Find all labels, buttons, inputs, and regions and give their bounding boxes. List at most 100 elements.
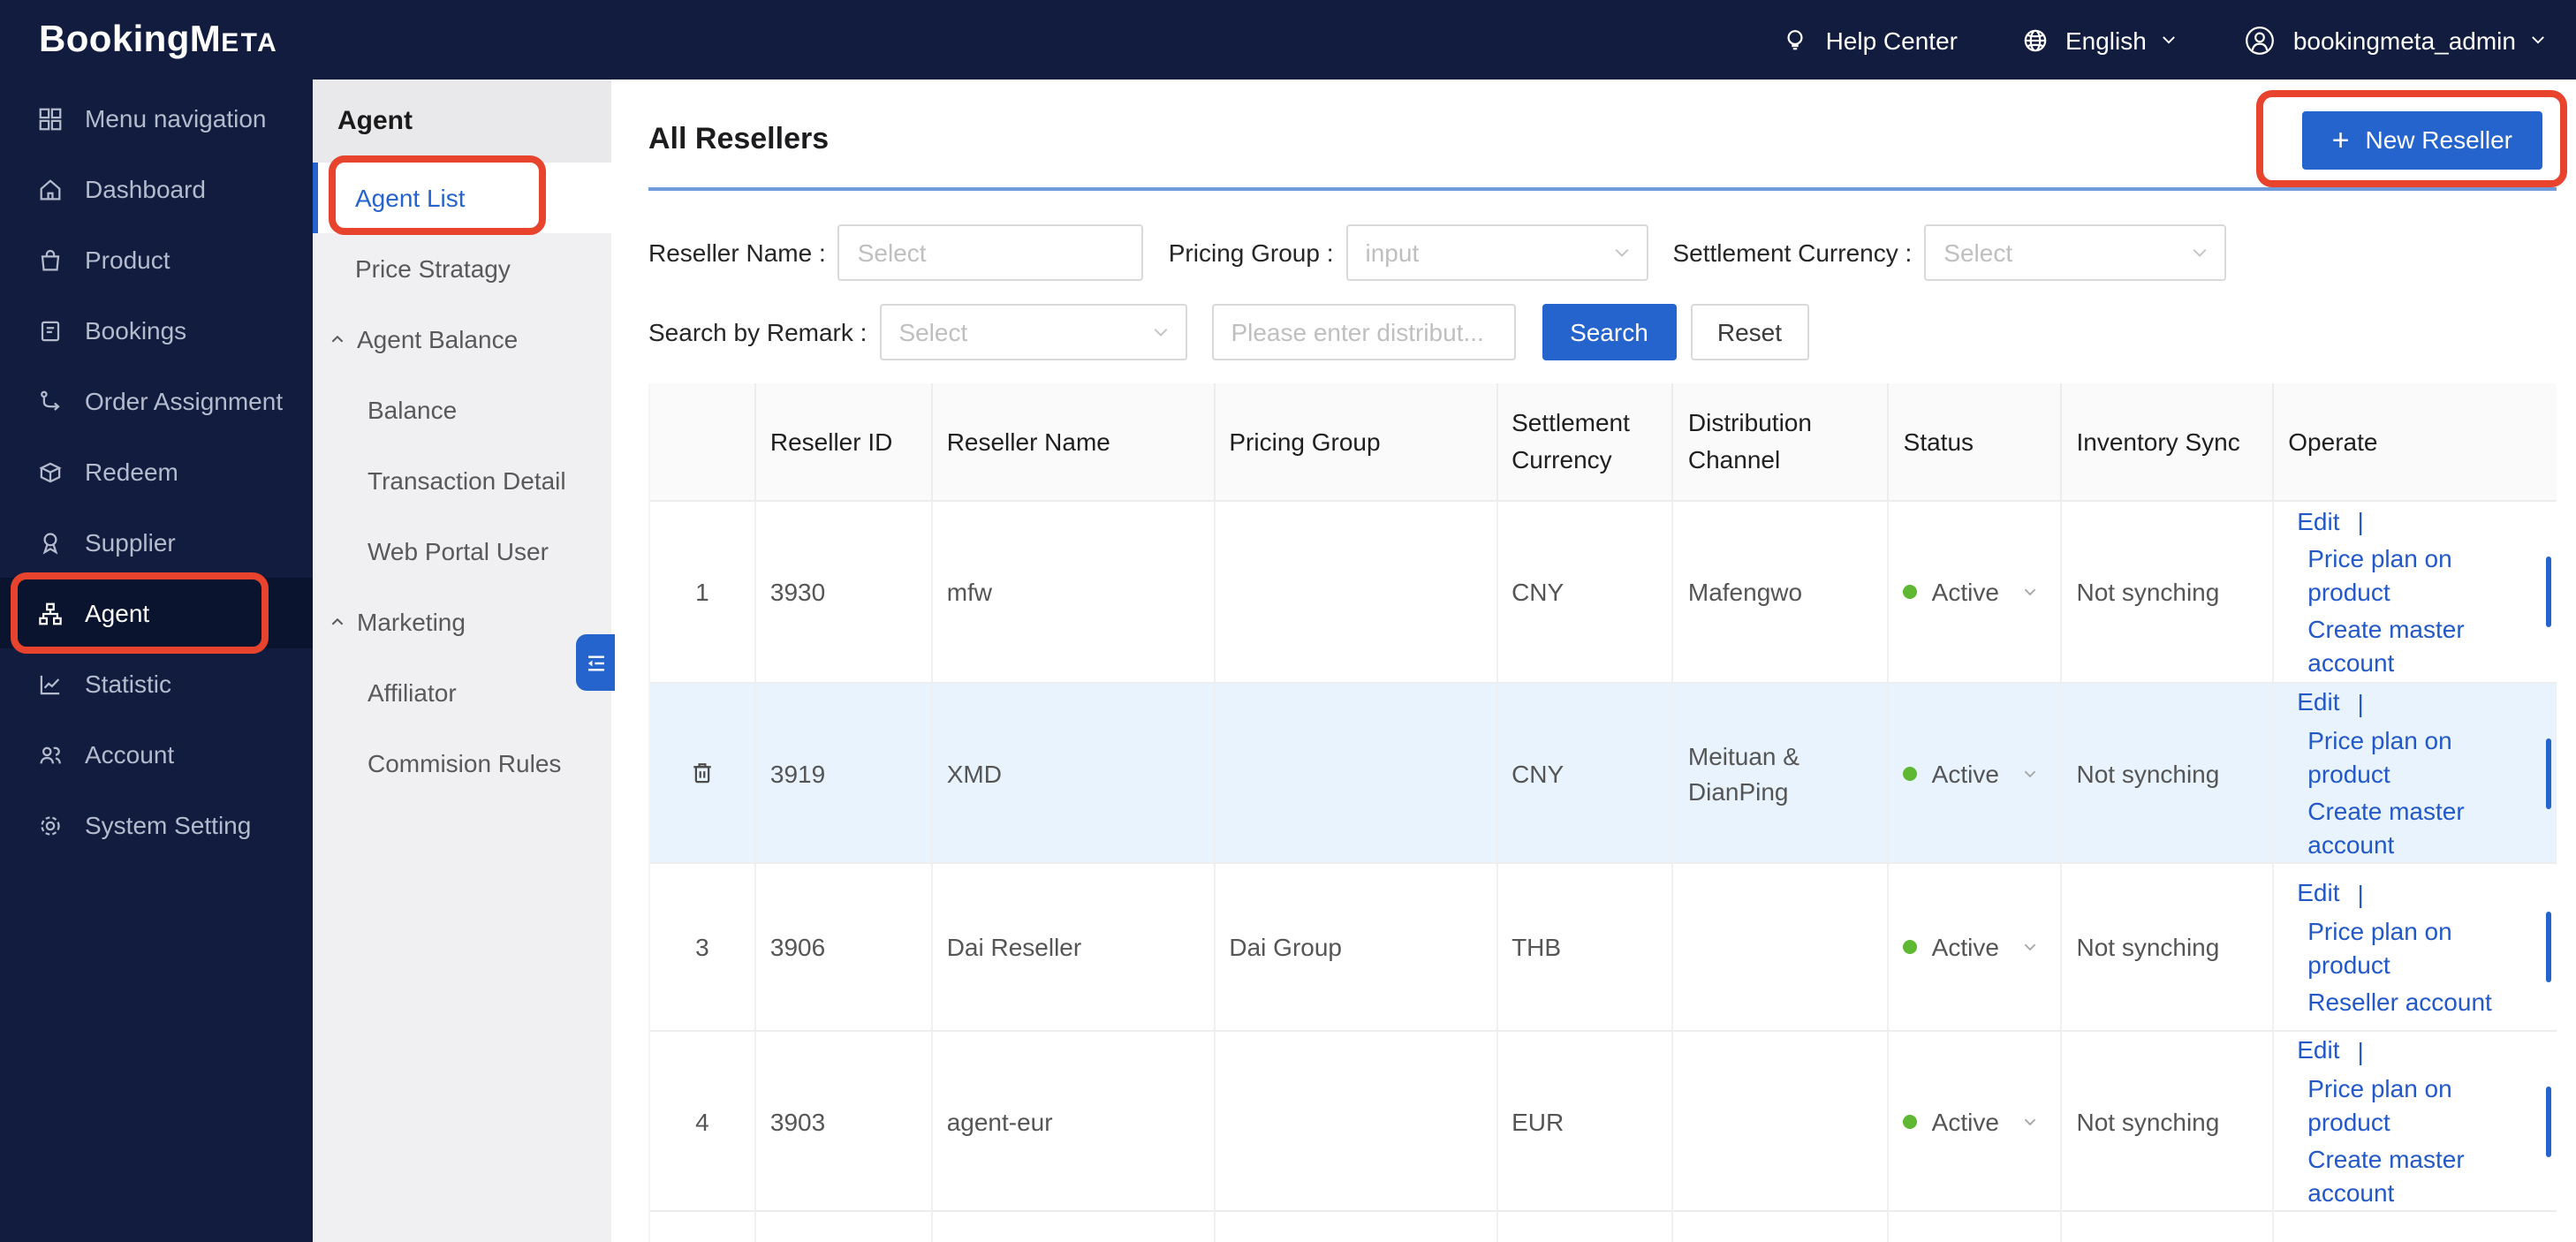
row-index-cell: 3 — [650, 864, 756, 1030]
submenu-title: Agent — [313, 80, 611, 163]
edit-link[interactable]: Edit — [2297, 1034, 2339, 1067]
scrollbar-thumb[interactable] — [2545, 912, 2551, 982]
sidebar-item-bookings[interactable]: Bookings — [0, 295, 313, 366]
sidebar-item-label: System Setting — [85, 811, 252, 839]
sidebar-item-system-setting[interactable]: System Setting — [0, 790, 313, 860]
create-master-account-link[interactable]: Create master account — [2307, 794, 2512, 861]
settlement-currency-cell: CNY — [1497, 684, 1674, 862]
action-divider: | — [2357, 1036, 2364, 1064]
settlement-currency-label: Settlement Currency : — [1672, 239, 1913, 267]
scrollbar-thumb[interactable] — [2545, 557, 2551, 627]
app-root: Booking M ETA Help Center English bookin… — [0, 0, 2576, 1242]
collapse-sidebar-button[interactable] — [576, 634, 615, 691]
sidebar-item-supplier[interactable]: Supplier — [0, 507, 313, 578]
user-menu[interactable]: bookingmeta_admin — [2242, 22, 2548, 57]
statistic-chart-icon — [40, 674, 60, 694]
distribution-channel-cell — [1674, 864, 1890, 1030]
create-master-account-link[interactable]: Create master account — [2307, 1142, 2512, 1209]
action-divider: | — [2357, 879, 2364, 907]
agent-orgchart-icon — [39, 602, 62, 625]
reset-button[interactable]: Reset — [1690, 304, 1809, 360]
plus-icon: + — [2331, 123, 2350, 156]
reseller-account-link[interactable]: Reseller account — [2307, 985, 2492, 1019]
sidebar-item-statistic[interactable]: Statistic — [0, 648, 313, 719]
scrollbar-thumb[interactable] — [2545, 738, 2551, 808]
status-dot-icon — [1903, 940, 1918, 954]
remark-select[interactable] — [879, 304, 1187, 360]
operate-cell: Edit | Price plan on product Create mast… — [2274, 684, 2557, 862]
sidebar-item-label: Supplier — [85, 528, 176, 557]
submenu-item-marketing[interactable]: Marketing — [313, 587, 611, 657]
sidebar-item-label: Menu navigation — [85, 104, 267, 133]
submenu-item-web-portal-user[interactable]: Web Portal User — [313, 516, 611, 587]
language-label: English — [2065, 26, 2147, 54]
sidebar-item-order-assignment[interactable]: Order Assignment — [0, 366, 313, 436]
sidebar-item-menu-navigation[interactable]: Menu navigation — [0, 83, 313, 154]
status-cell: Active — [1890, 1032, 2063, 1210]
page-header: All Resellers + New Reseller — [648, 110, 2557, 170]
search-button[interactable]: Search — [1542, 304, 1677, 360]
edit-link[interactable]: Edit — [2297, 876, 2339, 910]
status-dropdown-icon[interactable] — [2022, 1112, 2040, 1130]
price-plan-link[interactable]: Price plan on product — [2307, 1072, 2512, 1139]
sidebar-item-account[interactable]: Account — [0, 719, 313, 790]
status-cell: Active — [1890, 502, 2063, 682]
settlement-currency-cell: CNY — [1497, 502, 1674, 682]
reseller-id-cell: 3906 — [756, 864, 933, 1030]
status-dropdown-icon[interactable] — [2022, 764, 2040, 782]
reseller-name-input[interactable] — [837, 224, 1144, 281]
submenu-item-price-stratagy[interactable]: Price Stratagy — [313, 233, 611, 304]
help-center-link[interactable]: Help Center — [1782, 26, 1958, 54]
submenu-item-commision-rules[interactable]: Commision Rules — [313, 728, 611, 799]
edit-link[interactable]: Edit — [2297, 685, 2339, 719]
distribution-channel-cell — [1674, 1032, 1890, 1210]
submenu-item-transaction-detail[interactable]: Transaction Detail — [313, 445, 611, 516]
submenu-item-agent-list[interactable]: Agent List — [313, 163, 611, 233]
brand-logo[interactable]: Booking M ETA — [39, 19, 278, 61]
status-label: Active — [1931, 933, 1999, 961]
create-master-account-link[interactable]: Create master account — [2307, 613, 2512, 680]
sidebar-item-label: Bookings — [85, 316, 187, 345]
table-header-reseller-name: Reseller Name — [933, 383, 1216, 500]
row-index-cell: 4 — [650, 1032, 756, 1210]
sidebar-item-product[interactable]: Product — [0, 224, 313, 295]
pricing-group-select[interactable] — [1345, 224, 1648, 281]
pricing-group-cell — [1215, 1032, 1498, 1210]
distribution-channel-cell — [1674, 1212, 1890, 1242]
scrollbar-thumb[interactable] — [2545, 1086, 2551, 1156]
table-header-distribution-channel: Distribution Channel — [1674, 383, 1890, 500]
sidebar-item-dashboard[interactable]: Dashboard — [0, 154, 313, 224]
reseller-name-cell: Dai Reseller — [933, 864, 1216, 1030]
supplier-medal-icon — [42, 532, 58, 554]
filter-row-2: Search by Remark : Search Reset — [648, 304, 2557, 360]
table-header-cell — [650, 383, 756, 500]
secondary-sidebar: Agent Agent List Price Stratagy Agent Ba… — [313, 80, 611, 1242]
inventory-sync-cell: Not synching — [2062, 684, 2275, 862]
status-label: Active — [1931, 759, 1999, 787]
status-dropdown-icon[interactable] — [2022, 583, 2040, 601]
language-selector[interactable]: English — [2021, 26, 2178, 54]
new-reseller-button[interactable]: + New Reseller — [2301, 110, 2542, 169]
submenu-item-affiliator[interactable]: Affiliator — [313, 657, 611, 728]
submenu-item-balance[interactable]: Balance — [313, 375, 611, 445]
row-index-cell — [650, 1212, 756, 1242]
chevron-up-icon — [331, 335, 344, 343]
price-plan-link[interactable]: Price plan on product — [2307, 914, 2512, 981]
home-icon — [40, 178, 61, 200]
submenu-item-agent-balance[interactable]: Agent Balance — [313, 304, 611, 375]
delete-icon[interactable] — [689, 760, 716, 786]
distribution-channel-cell: Meituan & DianPing — [1674, 684, 1890, 862]
sidebar-item-agent[interactable]: Agent — [0, 578, 313, 648]
reseller-name-cell: XMD — [933, 684, 1216, 862]
resellers-table: Reseller ID Reseller Name Pricing Group … — [648, 383, 2557, 1242]
settlement-currency-select[interactable] — [1924, 224, 2227, 281]
price-plan-link[interactable]: Price plan on product — [2307, 542, 2512, 610]
edit-link[interactable]: Edit — [2297, 504, 2339, 538]
table-header-inventory-sync: Inventory Sync — [2063, 383, 2275, 500]
status-dropdown-icon[interactable] — [2022, 938, 2040, 956]
sidebar-item-redeem[interactable]: Redeem — [0, 436, 313, 507]
distributor-input[interactable] — [1211, 304, 1516, 360]
row-index-cell: 1 — [650, 502, 756, 682]
reseller-name-cell — [933, 1212, 1216, 1242]
price-plan-link[interactable]: Price plan on product — [2307, 723, 2512, 791]
